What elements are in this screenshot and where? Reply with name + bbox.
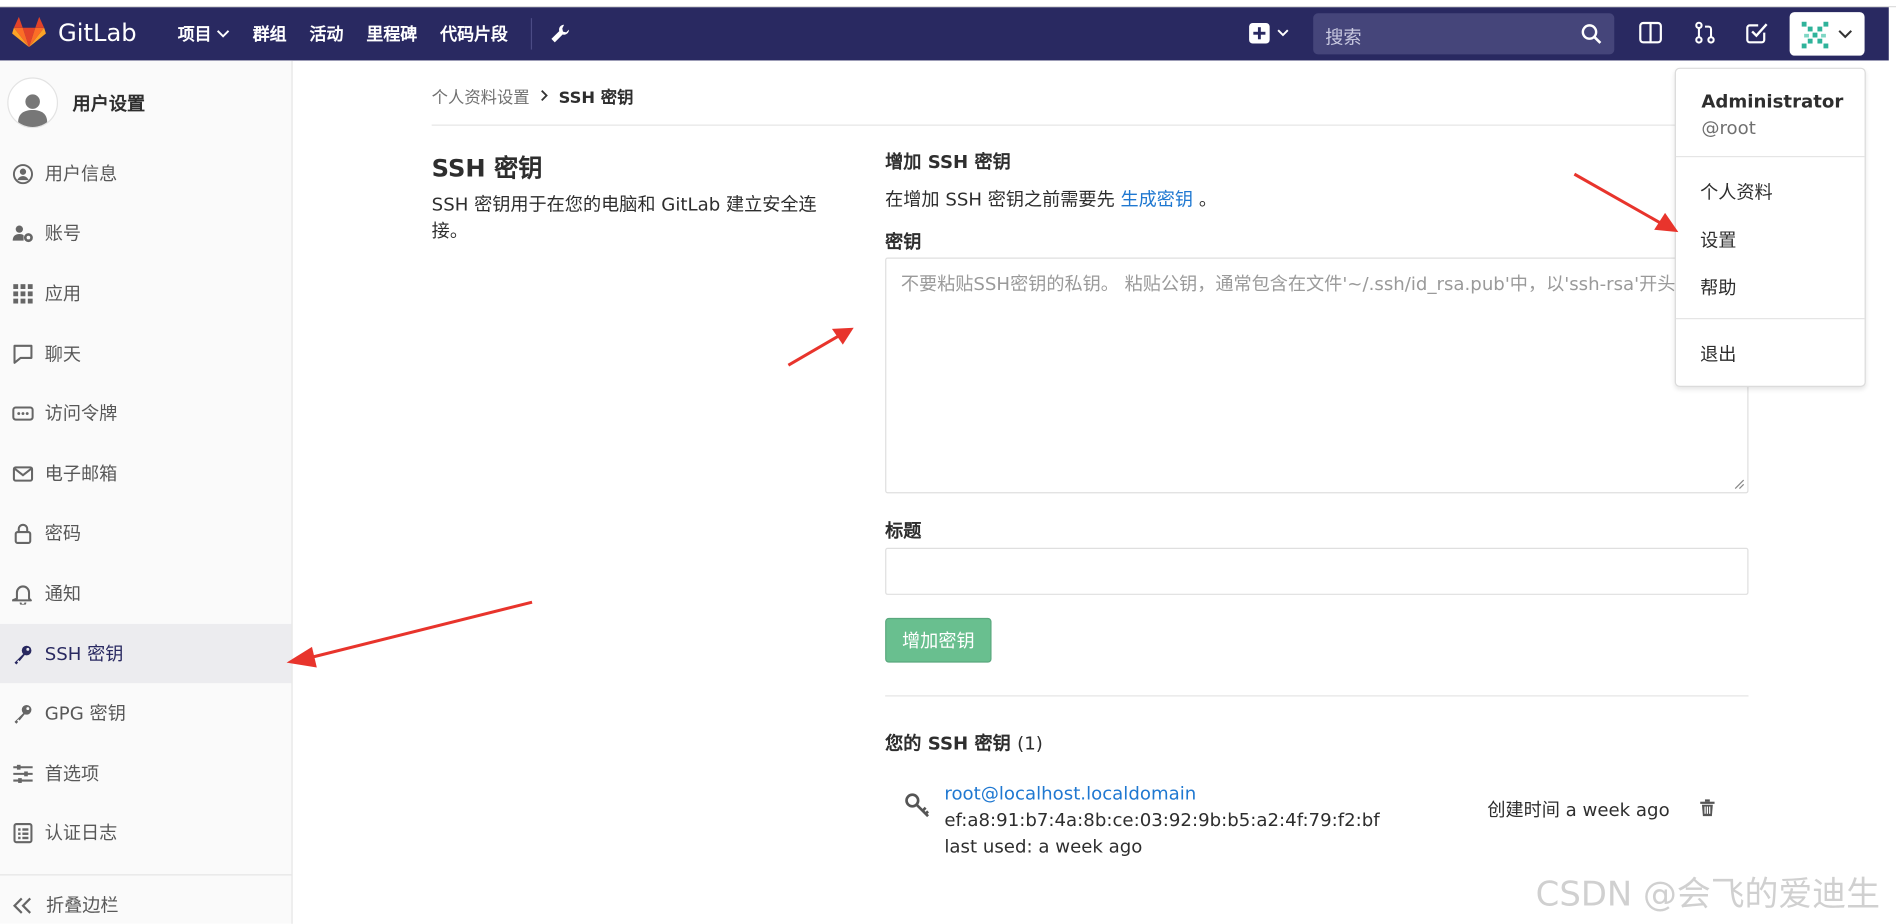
page: GitLab 项目 群组 活动 里程碑 代码片段 搜索 用户设置 用户信息 账号… — [0, 0, 1896, 924]
annotation-arrows — [286, 172, 1679, 668]
arrow-to-sidebar-ssh — [286, 600, 533, 668]
arrow-to-key-textarea — [787, 327, 854, 367]
arrow-to-settings — [1573, 172, 1679, 233]
watermark: CSDN @会飞的爱迪生 — [1535, 874, 1880, 915]
